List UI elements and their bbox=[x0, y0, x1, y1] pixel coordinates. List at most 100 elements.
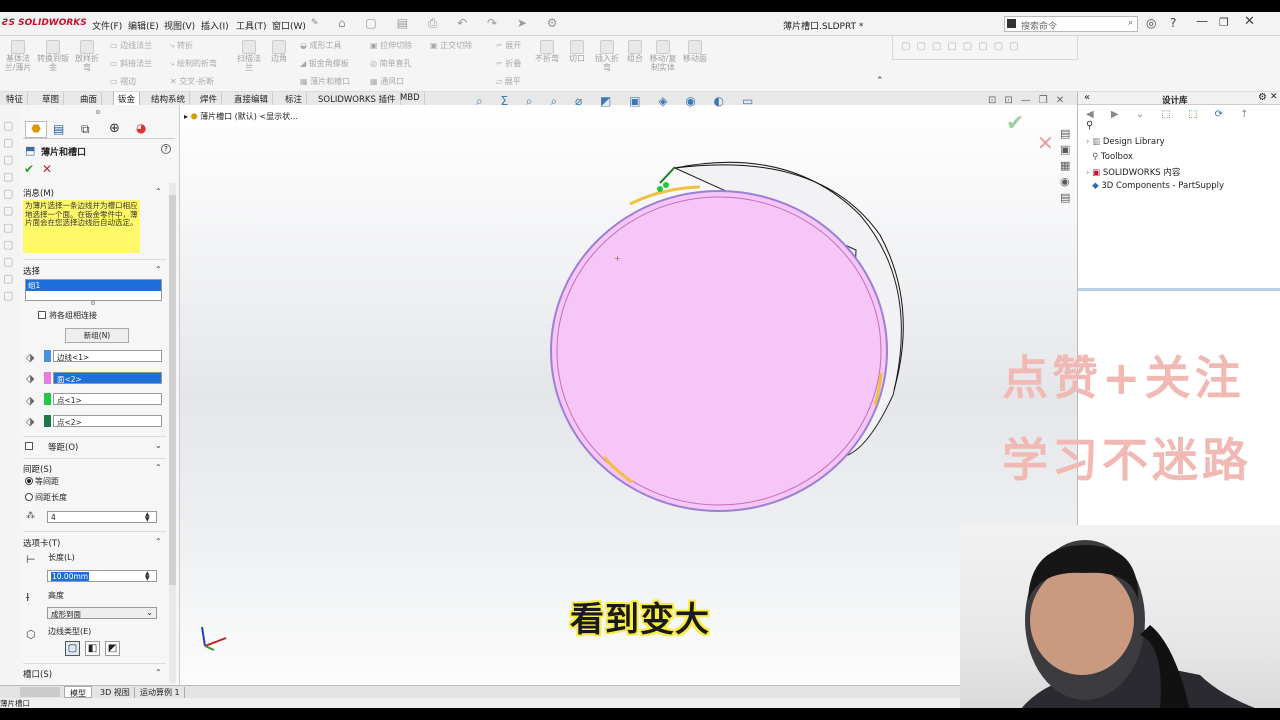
lofted-bend-button[interactable]: 放样折弯 bbox=[72, 40, 102, 72]
gear-icon[interactable]: ⚙ bbox=[1258, 92, 1267, 103]
tab-scroll-arrows[interactable] bbox=[20, 687, 60, 697]
instances-spinbox[interactable]: 4 bbox=[47, 511, 157, 523]
gusset-button[interactable]: ◢ 钣金角撑板 bbox=[300, 58, 349, 69]
tab-3d-view[interactable]: 3D 视图 bbox=[96, 687, 135, 698]
extruded-cut-button[interactable]: ▣ 拉伸切除 bbox=[370, 40, 412, 51]
spacing-length-radio[interactable] bbox=[25, 493, 33, 501]
point1-selection-field[interactable]: 点<1> bbox=[53, 393, 162, 405]
group-item[interactable]: 组1 bbox=[26, 280, 161, 291]
edge-selection-field[interactable]: 边线<1> bbox=[53, 350, 162, 362]
message-section-header[interactable]: 消息(M) ⌃ bbox=[23, 187, 166, 199]
tab-markup[interactable]: 标注 bbox=[281, 92, 308, 105]
equal-spacing-section-header[interactable]: 等距(O) ⌄ bbox=[48, 441, 166, 453]
spin-arrows-icon[interactable]: ▲ ▼ bbox=[145, 512, 150, 523]
cross-break-button[interactable]: ✕ 交叉-折断 bbox=[170, 76, 214, 87]
tab-features[interactable]: 特征 bbox=[2, 92, 29, 105]
unfold-button[interactable]: ⌐ 展开 bbox=[496, 40, 521, 51]
tab-weldments[interactable]: 焊件 bbox=[196, 92, 223, 105]
spacing-section-header[interactable]: 间距(S) ⌃ bbox=[23, 463, 166, 475]
move-face-button[interactable]: 移动面 bbox=[680, 40, 710, 63]
tab-surfaces[interactable]: 曲面 bbox=[76, 92, 103, 105]
ok-button[interactable]: ✔ bbox=[24, 162, 34, 176]
feature-manager-tab-icon[interactable]: ⬣ bbox=[25, 121, 47, 138]
terminal-icon[interactable] bbox=[1007, 19, 1016, 28]
flatten-button[interactable]: ▱ 展平 bbox=[496, 76, 521, 87]
scrollbar-thumb[interactable] bbox=[169, 195, 176, 585]
base-flange-button[interactable]: 基体法兰/薄片 bbox=[2, 40, 34, 72]
property-manager-tab-icon[interactable]: ▤ bbox=[53, 122, 64, 136]
tab-model[interactable]: 模型 bbox=[64, 686, 92, 698]
menu-window[interactable]: 窗口(W) bbox=[272, 19, 306, 32]
menu-tools[interactable]: 工具(T) bbox=[236, 19, 267, 32]
vent-button[interactable]: ▦ 通风口 bbox=[370, 76, 404, 87]
search-input[interactable]: 搜索命令 ⌕ bbox=[1004, 16, 1138, 32]
pin-icon[interactable]: ✎ bbox=[311, 18, 319, 28]
convert-to-sheetmetal-button[interactable]: 转换到钣金 bbox=[36, 40, 70, 72]
edge-flange-button[interactable]: ▭ 边线法兰 bbox=[110, 40, 152, 51]
sketched-bend-button[interactable]: ⤷ 绘制的折弯 bbox=[170, 58, 217, 69]
new-group-button[interactable]: 新组(N) bbox=[65, 328, 129, 343]
simple-hole-button[interactable]: ◎ 简单直孔 bbox=[370, 58, 412, 69]
edge-type-fillet-button[interactable]: ◧ bbox=[85, 641, 100, 656]
search-icon[interactable]: ⌕ bbox=[1128, 18, 1133, 28]
panel-drag-handle[interactable] bbox=[96, 110, 100, 114]
miter-flange-button[interactable]: ▭ 斜接法兰 bbox=[110, 58, 152, 69]
help-icon[interactable]: ? bbox=[161, 144, 171, 154]
insert-bends-button[interactable]: 插入折弯 bbox=[592, 40, 622, 72]
forming-tool-button[interactable]: ◒ 成形工具 bbox=[300, 40, 342, 51]
jog-button[interactable]: ⤷ 转折 bbox=[170, 40, 193, 51]
dimxpert-tab-icon[interactable]: ⊕ bbox=[109, 121, 120, 136]
tab-sketch[interactable]: 草图 bbox=[38, 92, 65, 105]
no-bends-button[interactable]: 不折弯 bbox=[533, 40, 561, 63]
spin-arrows-icon[interactable]: ▲ ▼ bbox=[145, 571, 150, 582]
swept-flange-button[interactable]: 扫描法兰 bbox=[234, 40, 264, 72]
tree-item-3d-components[interactable]: › ◆ 3D Components - PartSupply bbox=[1086, 181, 1224, 191]
tab-motion-study[interactable]: 运动算例 1 bbox=[136, 687, 185, 698]
close-button[interactable]: ✕ bbox=[1244, 14, 1255, 29]
tab-sheet-metal[interactable]: 钣金 bbox=[113, 92, 141, 105]
tab-direct-editing[interactable]: 直接编辑 bbox=[230, 92, 274, 105]
tree-item-toolbox[interactable]: › ⚲ Toolbox bbox=[1086, 152, 1133, 162]
length-spinbox[interactable]: 10.00mm bbox=[47, 570, 157, 582]
restore-button[interactable]: ❐ bbox=[1219, 16, 1229, 29]
rip-button[interactable]: 切口 bbox=[565, 40, 589, 63]
close-icon[interactable]: ✕ bbox=[1270, 92, 1278, 102]
edge-type-chamfer-button[interactable]: ◩ bbox=[105, 641, 120, 656]
tab-mbd[interactable]: MBD bbox=[396, 92, 425, 105]
tab-section-header[interactable]: 选项卡(T) ⌃ bbox=[23, 537, 166, 549]
menu-file[interactable]: 文件(F) bbox=[92, 19, 122, 32]
move-copy-body-button[interactable]: 移动/复制实体 bbox=[648, 40, 678, 72]
selection-section-header[interactable]: 选择 ⌃ bbox=[23, 265, 166, 277]
ribbon-collapse-icon[interactable]: ⌃ bbox=[876, 76, 884, 86]
display-manager-tab-icon[interactable]: ◕ bbox=[136, 121, 146, 135]
app-logo[interactable]: ƧS SOLIDWORKS bbox=[2, 18, 87, 28]
list-resize-handle[interactable] bbox=[91, 301, 95, 305]
hem-button[interactable]: ▭ 褶边 bbox=[110, 76, 136, 87]
corners-button[interactable]: 边角 bbox=[266, 40, 292, 63]
task-pane-splitter[interactable] bbox=[1078, 288, 1280, 291]
point2-selection-field[interactable]: 点<2> bbox=[53, 415, 162, 427]
tab-and-slot-button[interactable]: ▦ 薄片和槽口 bbox=[300, 76, 350, 87]
equal-spacing-radio[interactable] bbox=[25, 477, 33, 485]
config-manager-tab-icon[interactable]: ⧉ bbox=[81, 122, 90, 137]
fold-button[interactable]: ⌐ 折叠 bbox=[496, 58, 521, 69]
face-selection-field[interactable]: 面<2> bbox=[53, 372, 162, 384]
help-icon[interactable]: ? bbox=[1170, 16, 1176, 30]
menu-edit[interactable]: 编辑(E) bbox=[128, 19, 159, 32]
minimize-button[interactable]: — bbox=[1196, 14, 1208, 28]
tree-item-design-library[interactable]: › ▥ Design Library bbox=[1086, 137, 1165, 147]
menu-view[interactable]: 视图(V) bbox=[164, 19, 195, 32]
tree-item-solidworks-content[interactable]: › ▣ SOLIDWORKS 内容 bbox=[1086, 166, 1180, 178]
normal-cut-button[interactable]: ▣ 正交切除 bbox=[430, 40, 472, 51]
menu-insert[interactable]: 插入(I) bbox=[201, 19, 229, 32]
collapse-icon[interactable]: « bbox=[1084, 92, 1090, 103]
cancel-button[interactable]: ✕ bbox=[42, 162, 52, 176]
connect-groups-checkbox[interactable] bbox=[38, 311, 46, 319]
user-icon[interactable]: ◎ bbox=[1146, 16, 1156, 30]
group-list[interactable]: 组1 bbox=[25, 279, 162, 301]
tab-structure-system[interactable]: 结构系统 bbox=[147, 92, 191, 105]
edge-type-sharp-button[interactable]: ▢ bbox=[65, 641, 80, 656]
equal-spacing-checkbox[interactable] bbox=[25, 442, 33, 450]
slot-section-header[interactable]: 槽口(S) ⌃ bbox=[23, 668, 166, 680]
tab-addins[interactable]: SOLIDWORKS 插件 bbox=[314, 92, 401, 105]
